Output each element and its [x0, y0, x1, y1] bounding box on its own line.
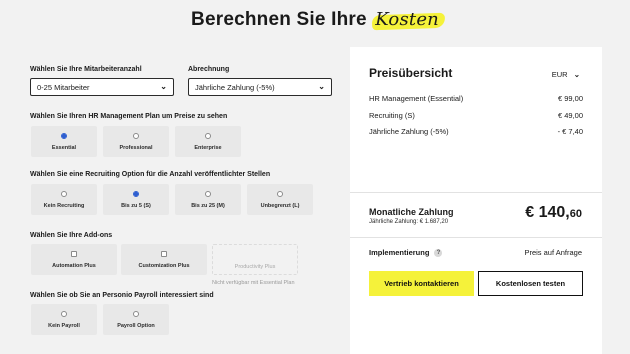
summary-line-value: - € 7,40: [557, 127, 583, 136]
addon-productivity-plus: Productivity Plus: [212, 244, 298, 275]
chevron-down-icon: ⌄: [160, 82, 167, 91]
summary-line: Jährliche Zahlung (-5%) - € 7,40: [369, 127, 583, 136]
addon-label: Productivity Plus: [234, 263, 276, 270]
summary-line-label: Jährliche Zahlung (-5%): [369, 127, 449, 136]
recruiting-option-label: Bis zu 25 (M): [191, 202, 225, 209]
contact-sales-button[interactable]: Vertrieb kontaktieren: [369, 271, 474, 296]
recruiting-option-label: Unbegrenzt (L): [260, 202, 300, 209]
currency-select[interactable]: EUR ⌄: [552, 70, 580, 79]
summary-line-label: HR Management (Essential): [369, 94, 464, 103]
plan-option-label: Enterprise: [194, 144, 222, 151]
summary-line-value: € 99,00: [557, 94, 583, 103]
monthly-payment-label: Monatliche Zahlung: [369, 207, 454, 217]
plan-option-label: Essential: [51, 144, 77, 151]
addon-label: Automation Plus: [52, 262, 96, 269]
payroll-option-none[interactable]: Kein Payroll: [31, 304, 97, 335]
yearly-payment-label: Jährliche Zahlung: € 1.687,20: [369, 219, 449, 225]
addon-label: Customization Plus: [138, 262, 190, 269]
plan-option-enterprise[interactable]: Enterprise: [175, 126, 241, 157]
monthly-price-cents: 60: [569, 208, 582, 220]
page-title: Berechnen Sie Ihre Kosten: [0, 9, 630, 31]
summary-line: HR Management (Essential) € 99,00: [369, 94, 583, 103]
radio-icon: [61, 190, 67, 197]
billing-select[interactable]: Jährliche Zahlung (-5%) ⌄: [188, 78, 332, 96]
divider: [350, 237, 602, 238]
recruiting-option-none[interactable]: Kein Recruiting: [31, 184, 97, 215]
radio-selected-icon: [61, 132, 67, 139]
implementation-label: Implementierung: [369, 248, 430, 257]
page-title-highlight: Kosten: [375, 9, 439, 30]
radio-icon: [205, 190, 211, 197]
addon-customization-plus[interactable]: Customization Plus: [121, 244, 207, 275]
radio-icon: [133, 132, 139, 139]
plan-option-essential[interactable]: Essential: [31, 126, 97, 157]
chevron-down-icon: ⌄: [573, 70, 580, 79]
payroll-option-yes[interactable]: Payroll Option: [103, 304, 169, 335]
summary-line-value: € 49,00: [557, 111, 583, 120]
plan-option-label: Professional: [119, 144, 153, 151]
employees-select-value: 0-25 Mitarbeiter: [37, 82, 90, 92]
recruiting-option-label: Bis zu 5 (S): [121, 202, 151, 209]
chevron-down-icon: ⌄: [318, 82, 325, 91]
addon-automation-plus[interactable]: Automation Plus: [31, 244, 117, 275]
radio-icon: [61, 310, 67, 317]
radio-selected-icon: [133, 190, 139, 197]
free-trial-button[interactable]: Kostenlosen testen: [478, 271, 583, 296]
checkbox-icon: [161, 250, 167, 257]
radio-icon: [277, 190, 283, 197]
summary-line-label: Recruiting (S): [369, 111, 415, 120]
implementation-row: Implementierung ?: [369, 248, 443, 257]
implementation-value: Preis auf Anfrage: [524, 248, 582, 257]
addon-unavailable-note: Nicht verfügbar mit Essential Plan: [212, 280, 295, 286]
help-icon[interactable]: ?: [434, 248, 443, 257]
billing-label: Abrechnung: [188, 66, 230, 73]
recruiting-option-s[interactable]: Bis zu 5 (S): [103, 184, 169, 215]
summary-line: Recruiting (S) € 49,00: [369, 111, 583, 120]
recruiting-option-l[interactable]: Unbegrenzt (L): [247, 184, 313, 215]
radio-icon: [205, 132, 211, 139]
currency-value: EUR: [551, 70, 568, 79]
payroll-label: Wählen Sie ob Sie an Personio Payroll in…: [30, 292, 214, 299]
price-summary-panel: Preisübersicht EUR ⌄ HR Management (Esse…: [350, 47, 602, 354]
payroll-option-label: Payroll Option: [117, 322, 155, 329]
recruiting-label: Wählen Sie eine Recruiting Option für di…: [30, 171, 271, 178]
radio-icon: [133, 310, 139, 317]
summary-title: Preisübersicht: [369, 66, 453, 80]
checkbox-icon: [71, 250, 77, 257]
plan-option-professional[interactable]: Professional: [103, 126, 169, 157]
page-title-text: Berechnen Sie Ihre: [191, 9, 367, 30]
addons-label: Wählen Sie Ihre Add-ons: [30, 232, 113, 239]
payroll-option-label: Kein Payroll: [48, 322, 80, 329]
recruiting-option-label: Kein Recruiting: [43, 202, 85, 209]
monthly-price-main: € 140,: [525, 204, 570, 221]
employees-select[interactable]: 0-25 Mitarbeiter ⌄: [30, 78, 174, 96]
hr-plan-label: Wählen Sie Ihren HR Management Plan um P…: [30, 113, 228, 120]
billing-select-value: Jährliche Zahlung (-5%): [195, 82, 275, 92]
employees-label: Wählen Sie Ihre Mitarbeiteranzahl: [30, 66, 142, 73]
recruiting-option-m[interactable]: Bis zu 25 (M): [175, 184, 241, 215]
divider: [350, 192, 602, 193]
monthly-price: € 140,60: [525, 204, 582, 222]
